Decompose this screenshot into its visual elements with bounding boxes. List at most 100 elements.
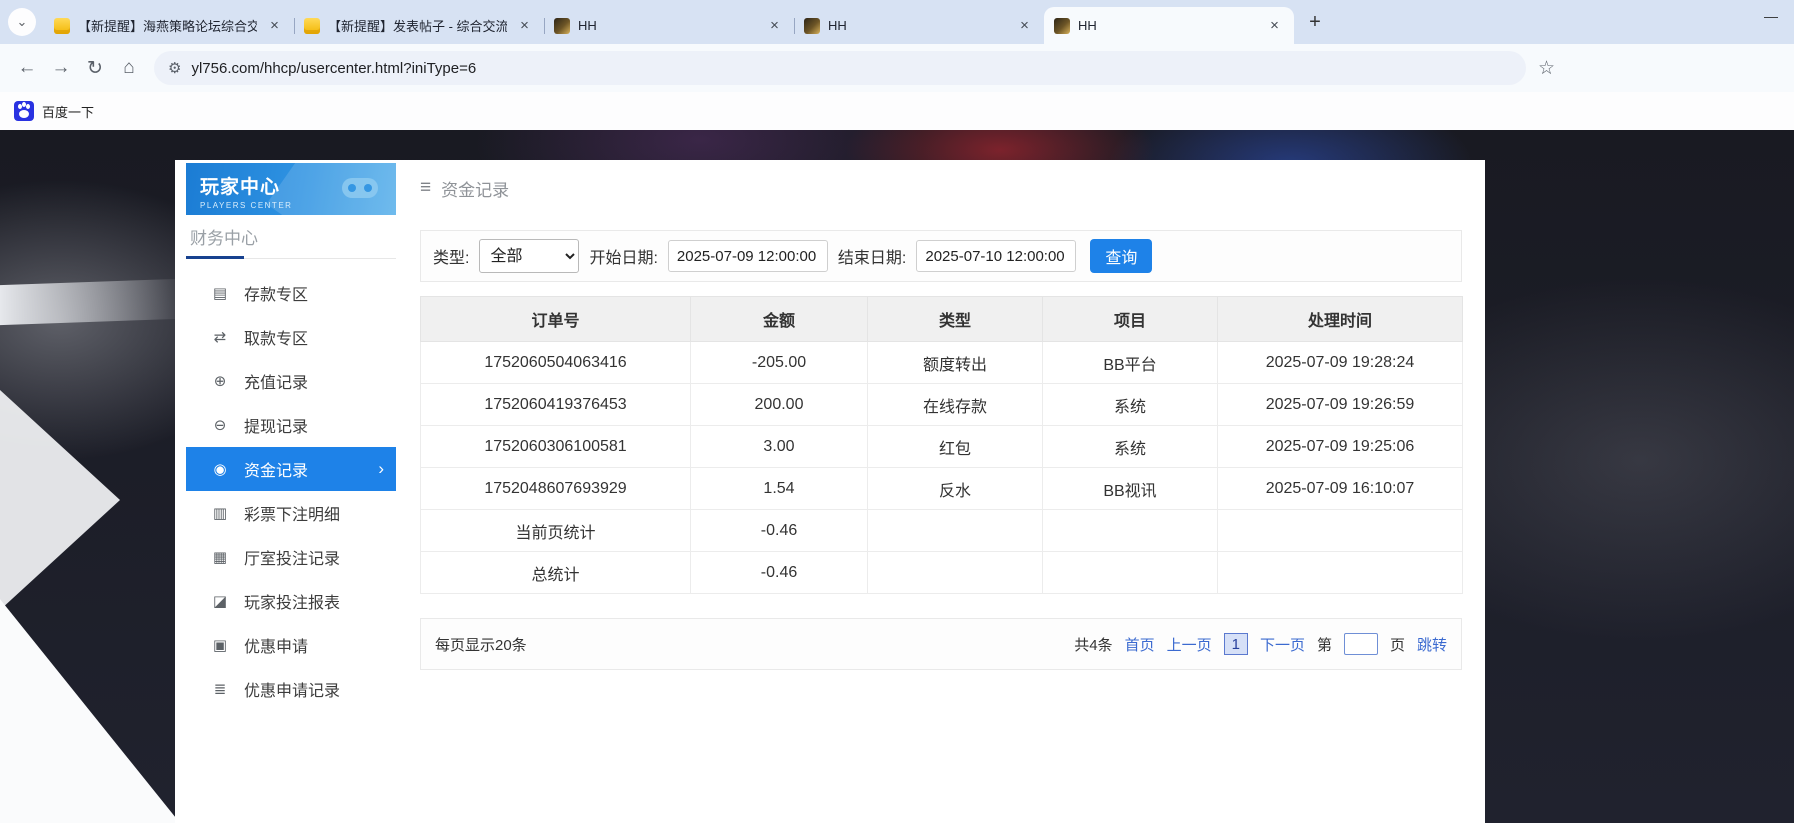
url-bar[interactable]: ⚙ yl756.com/hhcp/usercenter.html?iniType… <box>154 51 1526 85</box>
baidu-favicon <box>14 101 34 121</box>
cell-amount: -0.46 <box>691 552 868 594</box>
sidebar-item-label: 优惠申请记录 <box>244 677 340 701</box>
cell-order-no: 1752048607693929 <box>421 468 691 510</box>
close-tab-icon[interactable]: × <box>265 16 284 35</box>
sidebar-item-bet-report[interactable]: ◪ 玩家投注报表 <box>186 579 396 623</box>
start-date-input[interactable] <box>668 240 828 272</box>
site-info-icon[interactable]: ⚙ <box>168 59 181 77</box>
cell-time: 2025-07-09 19:28:24 <box>1218 342 1463 384</box>
promo-records-icon: ≣ <box>210 680 230 698</box>
end-date-input[interactable] <box>916 240 1076 272</box>
cell-time: 2025-07-09 19:26:59 <box>1218 384 1463 426</box>
minimize-window-icon[interactable]: — <box>1764 8 1778 24</box>
hall-bets-icon: ▦ <box>210 548 230 566</box>
browser-toolbar: ← → ↻ ⌂ ⚙ yl756.com/hhcp/usercenter.html… <box>0 44 1794 92</box>
content-header: ≡ 资金记录 <box>420 163 1462 213</box>
total-count-text: 共4条 <box>1074 634 1112 655</box>
first-page-link[interactable]: 首页 <box>1125 634 1155 655</box>
tab-title: HH <box>578 18 757 33</box>
reload-icon: ↻ <box>87 57 103 80</box>
close-tab-icon[interactable]: × <box>515 16 534 35</box>
tab-search-button[interactable]: ⌄ <box>8 8 36 36</box>
tab-title: 【新提醒】海燕策略论坛综合交 <box>78 16 257 35</box>
hh-favicon <box>804 18 820 34</box>
sidebar-item-deposit[interactable]: ▤ 存款专区 <box>186 271 396 315</box>
tab-title: HH <box>828 18 1007 33</box>
new-tab-button[interactable]: + <box>1300 7 1330 37</box>
sidebar-item-hall-bets[interactable]: ▦ 厅室投注记录 <box>186 535 396 579</box>
cell-type: 反水 <box>868 468 1043 510</box>
browser-tab[interactable]: HH × <box>544 7 794 44</box>
sidebar-item-label: 资金记录 <box>244 457 308 481</box>
browser-tab[interactable]: 【新提醒】海燕策略论坛综合交 × <box>44 7 294 44</box>
sidebar: 玩家中心 PLAYERS CENTER 财务中心 ▤ 存款专区 ⇄ 取款专区 ⊕… <box>186 163 396 711</box>
cell-order-no: 1752060306100581 <box>421 426 691 468</box>
query-button[interactable]: 查询 <box>1090 239 1152 273</box>
cell-order-no: 1752060504063416 <box>421 342 691 384</box>
end-date-label: 结束日期: <box>838 244 906 268</box>
page-title: 资金记录 <box>441 176 509 201</box>
cell-stat-label: 总统计 <box>421 552 691 594</box>
sidebar-item-promo-records[interactable]: ≣ 优惠申请记录 <box>186 667 396 711</box>
next-page-link[interactable]: 下一页 <box>1260 634 1305 655</box>
sidebar-menu: ▤ 存款专区 ⇄ 取款专区 ⊕ 充值记录 ⊖ 提现记录 ◉ 资金记录 <box>186 271 396 711</box>
cell-time: 2025-07-09 16:10:07 <box>1218 468 1463 510</box>
prev-page-link[interactable]: 上一页 <box>1167 634 1212 655</box>
hh-favicon <box>554 18 570 34</box>
pagination-bar: 每页显示20条 共4条 首页 上一页 1 下一页 第 页 跳转 <box>420 618 1462 670</box>
cell-type: 在线存款 <box>868 384 1043 426</box>
table-row: 1752060419376453 200.00 在线存款 系统 2025-07-… <box>421 384 1463 426</box>
bg-light-band <box>0 279 178 325</box>
sidebar-item-promo-apply[interactable]: ▣ 优惠申请 <box>186 623 396 667</box>
table-row-grand-total: 总统计 -0.46 <box>421 552 1463 594</box>
reload-button[interactable]: ↻ <box>78 51 112 85</box>
forum-favicon <box>54 18 70 34</box>
sidebar-item-recharge-records[interactable]: ⊕ 充值记录 <box>186 359 396 403</box>
type-select[interactable]: 全部 <box>479 239 579 273</box>
home-button[interactable]: ⌂ <box>112 51 146 85</box>
page-number-input[interactable] <box>1344 633 1378 655</box>
cell-empty <box>1218 510 1463 552</box>
sidebar-item-withdraw[interactable]: ⇄ 取款专区 <box>186 315 396 359</box>
user-center-panel: 玩家中心 PLAYERS CENTER 财务中心 ▤ 存款专区 ⇄ 取款专区 ⊕… <box>175 160 1485 823</box>
table-header-row: 订单号 金额 类型 项目 处理时间 <box>421 297 1463 342</box>
jump-button[interactable]: 跳转 <box>1417 634 1447 655</box>
back-button[interactable]: ← <box>10 51 44 85</box>
col-header-amount: 金额 <box>691 297 868 342</box>
page-background: 玩家中心 PLAYERS CENTER 财务中心 ▤ 存款专区 ⇄ 取款专区 ⊕… <box>0 130 1794 823</box>
browser-tab[interactable]: 【新提醒】发表帖子 - 综合交流 × <box>294 7 544 44</box>
menu-icon: ≡ <box>420 177 431 199</box>
forward-button[interactable]: → <box>44 51 78 85</box>
funds-icon: ◉ <box>210 460 230 478</box>
tab-title: HH <box>1078 18 1257 33</box>
cell-project: 系统 <box>1043 384 1218 426</box>
cell-empty <box>868 552 1043 594</box>
sidebar-item-label: 优惠申请 <box>244 633 308 657</box>
forward-icon: → <box>52 57 71 79</box>
cashout-icon: ⊖ <box>210 416 230 434</box>
close-tab-icon[interactable]: × <box>765 16 784 35</box>
withdraw-icon: ⇄ <box>210 328 230 346</box>
close-tab-icon[interactable]: × <box>1265 16 1284 35</box>
sidebar-subtitle: PLAYERS CENTER <box>200 201 396 210</box>
close-tab-icon[interactable]: × <box>1015 16 1034 35</box>
cell-amount: -0.46 <box>691 510 868 552</box>
sidebar-item-fund-records[interactable]: ◉ 资金记录 › <box>186 447 396 491</box>
cell-order-no: 1752060419376453 <box>421 384 691 426</box>
bookmark-item[interactable]: 百度一下 <box>42 102 94 121</box>
sidebar-item-lottery-bets[interactable]: ▥ 彩票下注明细 <box>186 491 396 535</box>
cell-empty <box>1043 552 1218 594</box>
browser-tab[interactable]: HH × <box>794 7 1044 44</box>
browser-tab-active[interactable]: HH × <box>1044 7 1294 44</box>
cell-empty <box>868 510 1043 552</box>
bookmark-star-icon[interactable]: ☆ <box>1538 57 1555 80</box>
main-content: ≡ 资金记录 类型: 全部 开始日期: 结束日期: 查询 <box>420 163 1462 818</box>
current-page-indicator[interactable]: 1 <box>1224 633 1248 655</box>
bookmarks-bar: 百度一下 <box>0 92 1794 130</box>
sidebar-item-cashout-records[interactable]: ⊖ 提现记录 <box>186 403 396 447</box>
player-center-header: 玩家中心 PLAYERS CENTER <box>186 163 396 215</box>
sidebar-item-label: 取款专区 <box>244 325 308 349</box>
cell-empty <box>1218 552 1463 594</box>
cell-project: BB平台 <box>1043 342 1218 384</box>
col-header-time: 处理时间 <box>1218 297 1463 342</box>
